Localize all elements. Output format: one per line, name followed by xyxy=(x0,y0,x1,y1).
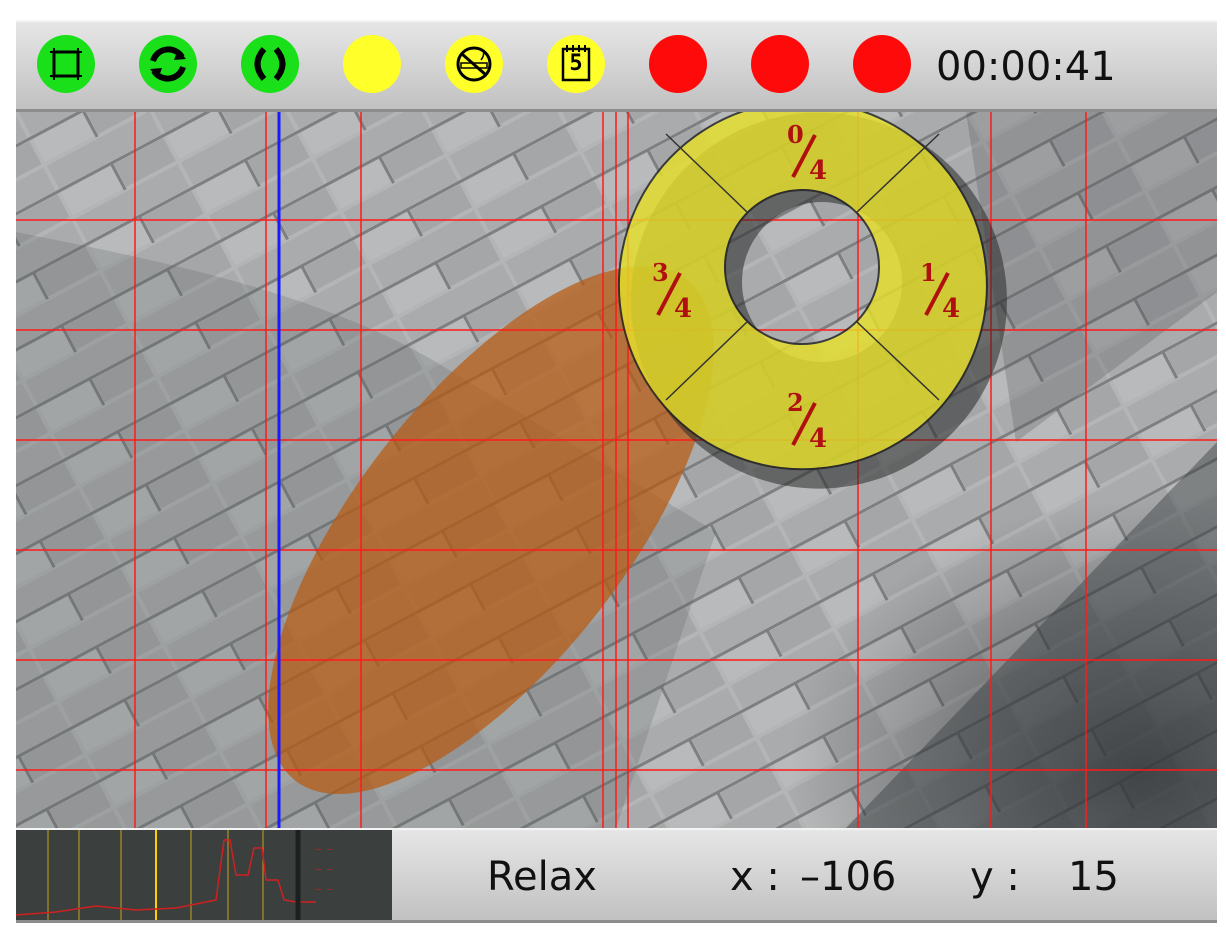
fraction-numerator: 1 xyxy=(920,258,937,287)
x-label: x : xyxy=(730,854,780,900)
fraction-numerator: 2 xyxy=(787,388,804,417)
mini-signal-plot: — — — — — — xyxy=(16,830,392,920)
mode-label: Relax xyxy=(487,854,597,900)
fraction-numerator: 3 xyxy=(652,258,669,287)
legend-entry: — — xyxy=(316,845,333,855)
fraction-denominator: 4 xyxy=(809,156,827,186)
red-status-indicator[interactable] xyxy=(853,35,911,93)
fraction-denominator: 4 xyxy=(809,424,827,454)
calendar-number: 5 xyxy=(569,51,583,76)
top-toolbar: 5 00:00:41 xyxy=(16,20,1217,112)
red-status-indicator[interactable] xyxy=(649,35,707,93)
fraction-numerator: 0 xyxy=(787,120,804,149)
legend-entry: — — xyxy=(316,865,333,875)
frame-icon[interactable] xyxy=(37,35,95,93)
y-value: 15 xyxy=(1068,854,1119,900)
refresh-icon[interactable] xyxy=(139,35,197,93)
camera-view[interactable]: 04142434 xyxy=(16,112,1217,828)
yellow-status-indicator[interactable] xyxy=(343,35,401,93)
signal-trace xyxy=(16,830,316,920)
sync-parentheses-icon[interactable] xyxy=(241,35,299,93)
y-label: y : xyxy=(970,854,1020,900)
no-smoking-icon[interactable] xyxy=(445,35,503,93)
legend-entry: — — xyxy=(316,885,333,895)
red-status-indicator[interactable] xyxy=(751,35,809,93)
x-value: –106 xyxy=(800,854,897,900)
fraction-denominator: 4 xyxy=(674,294,692,324)
camera-scene: 04142434 xyxy=(16,112,1217,828)
mini-plot-legend: — — — — — — xyxy=(316,840,386,900)
calendar-5-icon[interactable]: 5 xyxy=(547,35,605,93)
fraction-denominator: 4 xyxy=(942,294,960,324)
elapsed-timer: 00:00:41 xyxy=(936,44,1116,90)
